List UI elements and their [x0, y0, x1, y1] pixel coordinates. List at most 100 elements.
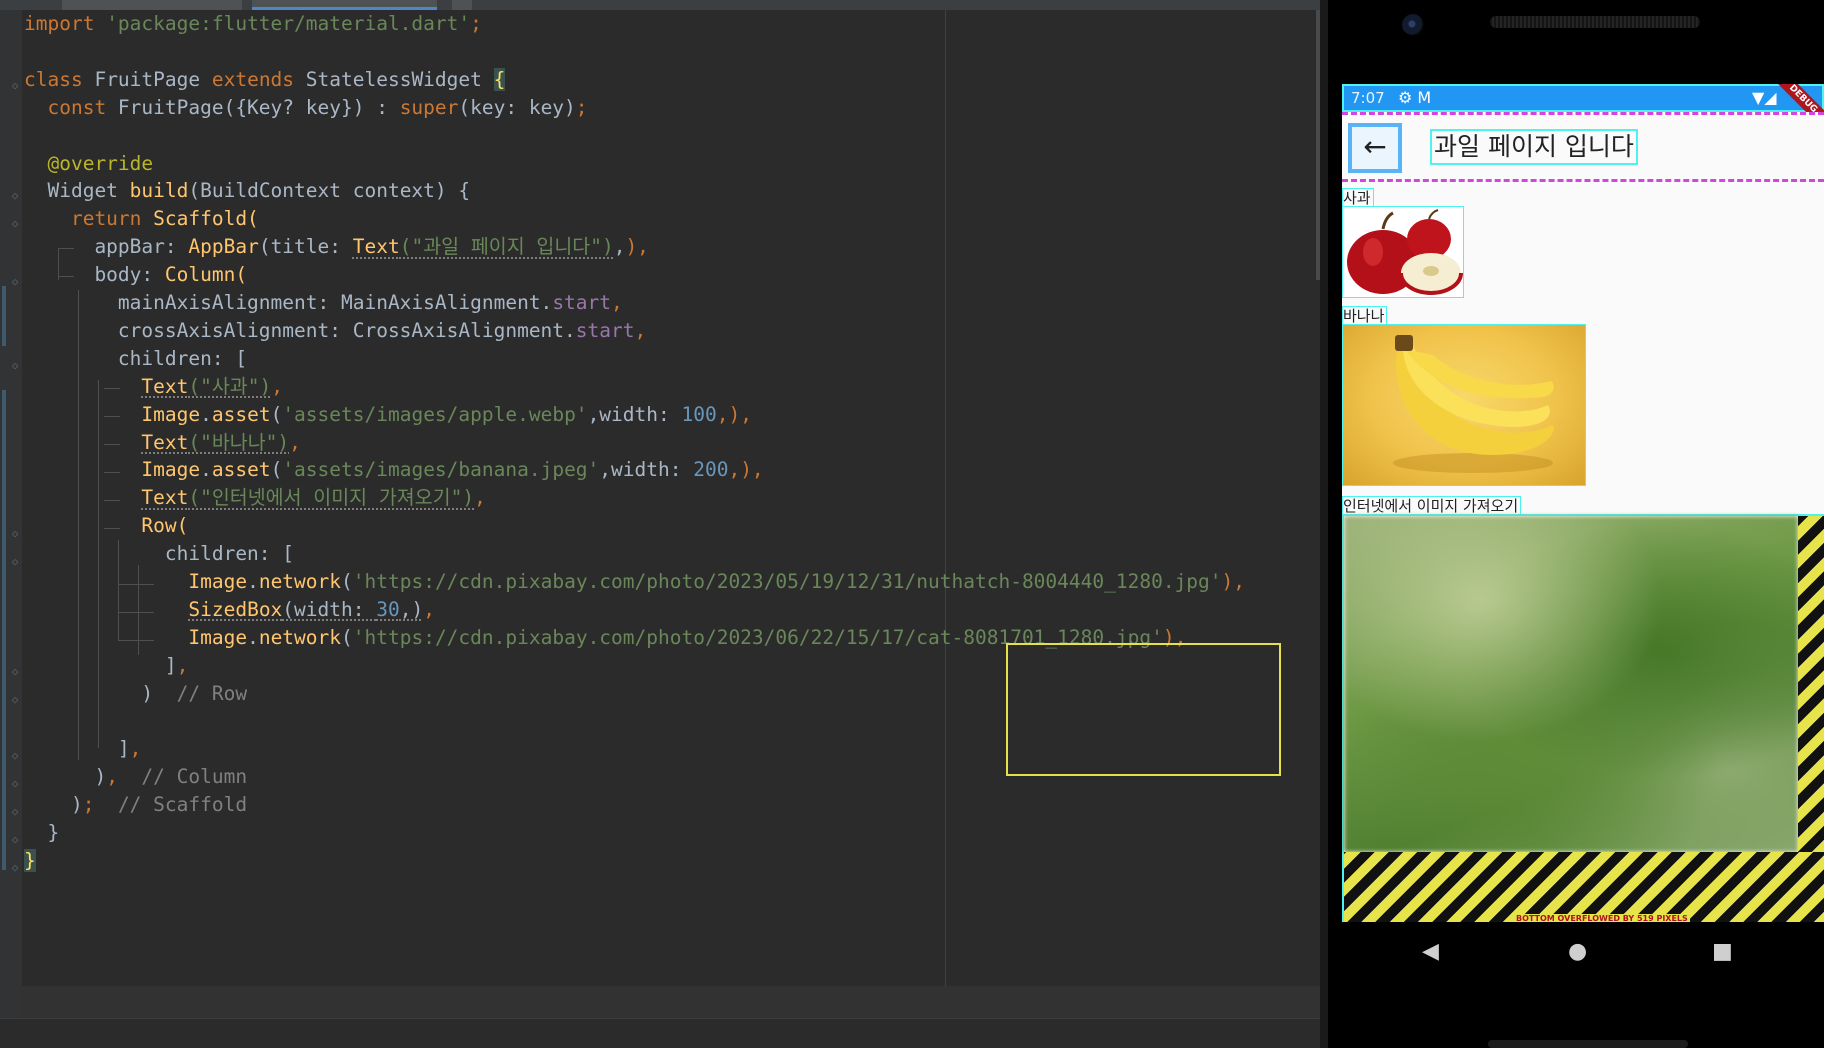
code-editor[interactable]: ◇ ◇ ◇ ◇ ◇ ◇ ◇ ◇ ◇ ◇ ◇ ◇ ◇ ◇ import 'package:flutter/m…	[0, 0, 1320, 1048]
status-time: 7:07	[1351, 89, 1385, 107]
code-token: Row(	[141, 514, 189, 538]
code-token: Image	[188, 570, 248, 593]
code-token: 'assets/images/apple.webp'	[282, 402, 588, 426]
code-token: Image	[141, 402, 201, 426]
code-token: body:	[24, 263, 165, 287]
fold-marker-icon[interactable]: ◇	[9, 806, 21, 818]
code-token: ("과일 페이지 입니다")	[399, 235, 614, 259]
indent-guide	[58, 248, 74, 249]
code-token: ,width:	[587, 402, 682, 426]
apple-image	[1342, 206, 1464, 298]
back-button[interactable]: ←	[1348, 123, 1402, 173]
code-token: ,)	[399, 597, 424, 621]
code-token: (	[270, 458, 283, 482]
code-token: )	[24, 765, 107, 789]
right-overflow-indicator	[1798, 516, 1824, 852]
code-token: 'package:flutter/material.dart'	[106, 12, 471, 35]
code-token: mainAxisAlignment: MainAxisAlignment.	[24, 291, 553, 314]
code-token: Image	[141, 458, 201, 482]
code-token: 100	[681, 402, 717, 426]
indent-guide	[104, 444, 120, 445]
fold-marker-icon[interactable]: ◇	[9, 556, 21, 568]
code-token: (	[341, 570, 353, 593]
code-token: return	[24, 207, 154, 231]
code-token: FruitPage({Key? key}) :	[117, 95, 400, 119]
code-token: (	[341, 625, 353, 649]
code-token: }	[24, 821, 60, 845]
code-token: 'assets/images/banana.jpeg'	[282, 458, 600, 482]
code-token: asset	[211, 402, 271, 426]
banana-label: 바나나	[1342, 306, 1388, 326]
code-token: ,width:	[599, 458, 694, 482]
code-token: ),	[1221, 570, 1246, 593]
arrow-left-icon: ←	[1363, 130, 1387, 163]
code-token: ,	[289, 430, 301, 454]
indent-guide	[104, 472, 120, 473]
code-token: extends	[211, 67, 306, 91]
indent-guide	[118, 640, 154, 641]
fold-marker-icon[interactable]: ◇	[9, 778, 21, 790]
overflow-message: BOTTOM OVERFLOWED BY 519 PIXELS	[1514, 914, 1690, 922]
fold-marker-icon[interactable]: ◇	[9, 190, 21, 202]
status-bar: 7:07 ⚙ M ▼◢ DEBUG	[1342, 84, 1824, 136]
code-token: ("바나나")	[188, 430, 290, 454]
fold-marker-icon[interactable]: ◇	[9, 218, 21, 230]
code-token: ;	[82, 793, 118, 817]
nav-back-icon[interactable]: ◀	[1422, 940, 1439, 964]
code-token: .	[247, 570, 259, 593]
code-token: network	[258, 570, 342, 593]
fold-marker-icon[interactable]: ◇	[9, 276, 21, 288]
code-line[interactable]: ) // Row	[24, 678, 247, 710]
android-nav-bar: ◀ ● ■	[1342, 922, 1824, 982]
code-token: appBar:	[24, 235, 189, 259]
code-token: ,	[271, 374, 283, 398]
nuthatch-photo	[1344, 516, 1798, 852]
code-token: start	[552, 291, 612, 314]
code-token: SizedBox	[188, 597, 283, 621]
code-token: )	[24, 681, 177, 705]
indent-guide	[104, 388, 120, 389]
nav-recent-icon[interactable]: ■	[1712, 940, 1733, 964]
bottom-overflow-indicator: BOTTOM OVERFLOWED BY 519 PIXELS	[1344, 852, 1824, 922]
code-token: import	[24, 12, 107, 35]
code-line[interactable]: import 'package:flutter/material.dart';	[24, 8, 482, 40]
indent-guide	[118, 540, 119, 640]
code-token: .	[247, 625, 259, 649]
banana-image	[1342, 324, 1586, 486]
fold-marker-icon[interactable]: ◇	[9, 694, 21, 706]
fold-marker-icon[interactable]: ◇	[9, 834, 21, 846]
code-token: build	[129, 179, 189, 203]
code-token: ,),	[728, 458, 764, 482]
code-token: Image	[188, 625, 248, 649]
code-token: Text	[141, 374, 189, 398]
fold-marker-icon[interactable]: ◇	[9, 528, 21, 540]
internet-image-label: 인터넷에서 이미지 가져오기	[1342, 496, 1522, 516]
bottom-bezel	[1488, 1040, 1688, 1048]
code-token: ,	[176, 653, 189, 677]
code-token: }	[24, 849, 36, 872]
fold-marker-icon[interactable]: ◇	[9, 862, 21, 874]
device-screen[interactable]: 7:07 ⚙ M ▼◢ DEBUG ← 과일 페이지 입니다 사과 바나나 인터…	[1342, 84, 1824, 922]
code-token: .	[200, 458, 212, 482]
code-line[interactable]: const FruitPage({Key? key}) : super(key:…	[24, 92, 587, 124]
fold-marker-icon[interactable]: ◇	[9, 666, 21, 678]
indent-guide	[104, 500, 120, 501]
code-token: Column(	[164, 263, 248, 287]
code-line[interactable]: }	[24, 845, 36, 877]
code-token: ("인터넷에서 이미지 가져오기")	[188, 486, 475, 510]
nav-home-icon[interactable]: ●	[1568, 940, 1587, 964]
signal-wifi-icons: ▼◢	[1752, 88, 1777, 107]
notification-icons: ⚙ M	[1398, 88, 1432, 107]
code-token: // Row	[176, 681, 248, 705]
code-token: const	[24, 95, 118, 119]
editor-gutter: ◇ ◇ ◇ ◇ ◇ ◇ ◇ ◇ ◇ ◇ ◇ ◇ ◇ ◇	[0, 10, 22, 1020]
fold-marker-icon[interactable]: ◇	[9, 750, 21, 762]
fold-marker-icon[interactable]: ◇	[9, 360, 21, 372]
fold-marker-icon[interactable]: ◇	[9, 80, 21, 92]
android-emulator: 7:07 ⚙ M ▼◢ DEBUG ← 과일 페이지 입니다 사과 바나나 인터…	[1320, 0, 1824, 1048]
